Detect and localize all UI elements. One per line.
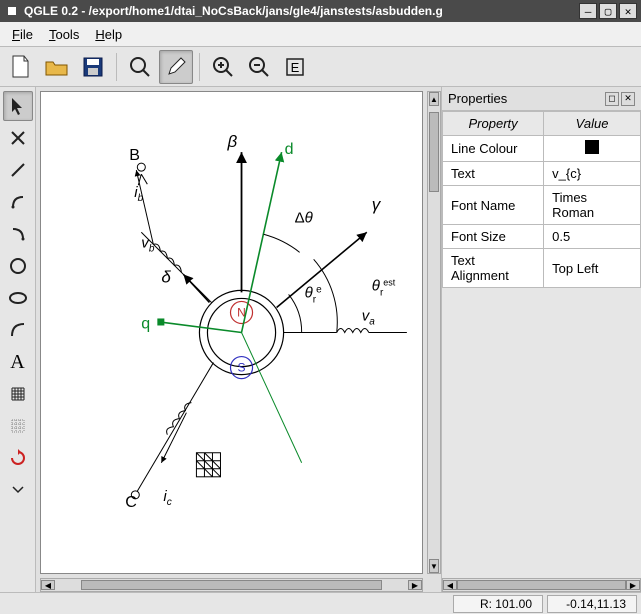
svg-text:ib: ib	[134, 184, 143, 204]
label-gamma: γ	[372, 195, 382, 214]
scroll-left-icon[interactable]: ◀	[41, 580, 55, 590]
pointer-tool[interactable]	[3, 91, 33, 121]
app-icon	[4, 3, 20, 19]
properties-table: Property Value Line Colour Text v_{c} Fo…	[442, 111, 641, 288]
scroll-up-icon[interactable]: ▲	[429, 92, 439, 106]
zoom-tool-button[interactable]	[123, 50, 157, 84]
more-tools[interactable]	[3, 475, 33, 505]
status-xy: -0.14,11.13	[547, 595, 637, 613]
grid-fine-tool[interactable]	[3, 379, 33, 409]
close-button[interactable]: ✕	[619, 3, 637, 19]
svg-text:θrest: θrest	[372, 277, 396, 298]
curve-tool[interactable]	[3, 315, 33, 345]
minimize-button[interactable]: –	[579, 3, 597, 19]
svg-text:ic: ic	[163, 488, 171, 508]
table-row: Font Size 0.5	[443, 225, 641, 249]
side-toolbar: A	[0, 87, 36, 592]
scroll-right-icon[interactable]: ▶	[408, 580, 422, 590]
color-swatch[interactable]	[585, 140, 599, 154]
circle-tool[interactable]	[3, 251, 33, 281]
menubar: File Tools Help	[0, 22, 641, 47]
properties-title: Properties	[448, 91, 603, 106]
vscroll-thumb[interactable]	[429, 112, 439, 192]
properties-float-button[interactable]: ◻	[605, 92, 619, 106]
properties-hscrollbar[interactable]: ◀ ▶	[442, 578, 641, 592]
text-tool[interactable]: A	[3, 347, 33, 377]
arc-left-tool[interactable]	[3, 187, 33, 217]
svg-text:va: va	[362, 307, 376, 327]
open-button[interactable]	[40, 50, 74, 84]
label-delta: δ	[161, 267, 171, 286]
scroll-left-icon[interactable]: ◀	[443, 580, 457, 590]
toolbar: E	[0, 47, 641, 87]
table-row: Text Alignment Top Left	[443, 249, 641, 288]
save-button[interactable]	[76, 50, 110, 84]
svg-text:vb: vb	[141, 234, 155, 254]
statusbar: R: 101.00 -0.14,11.13	[0, 592, 641, 614]
table-row: Font Name Times Roman	[443, 186, 641, 225]
properties-col-value[interactable]: Value	[544, 112, 641, 136]
table-row: Line Colour	[443, 136, 641, 162]
rotate-tool[interactable]	[3, 443, 33, 473]
table-row: Text v_{c}	[443, 162, 641, 186]
properties-col-property[interactable]: Property	[443, 112, 544, 136]
menu-tools[interactable]: Tools	[43, 25, 85, 44]
hscroll-thumb[interactable]	[81, 580, 382, 590]
label-C: C	[125, 493, 137, 511]
props-hscroll-thumb[interactable]	[457, 580, 626, 590]
line-tool[interactable]	[3, 155, 33, 185]
menu-file[interactable]: File	[6, 25, 39, 44]
properties-panel: Properties ◻ ✕ Property Value Line Colou…	[441, 87, 641, 592]
label-d: d	[285, 140, 294, 158]
drawing-canvas[interactable]: N S va β d	[40, 91, 423, 574]
edit-tool-button[interactable]	[159, 50, 193, 84]
properties-close-button[interactable]: ✕	[621, 92, 635, 106]
zoom-out-button[interactable]	[242, 50, 276, 84]
label-B: B	[129, 146, 140, 164]
window-title: QGLE 0.2 - /export/home1/dtai_NoCsBack/j…	[24, 4, 579, 18]
titlebar: QGLE 0.2 - /export/home1/dtai_NoCsBack/j…	[0, 0, 641, 22]
svg-text:E: E	[291, 60, 300, 75]
canvas-vscrollbar[interactable]: ▲ ▼	[427, 91, 441, 574]
zoom-in-button[interactable]	[206, 50, 240, 84]
label-beta: β	[226, 132, 237, 151]
menu-help[interactable]: Help	[89, 25, 128, 44]
scroll-down-icon[interactable]: ▼	[429, 559, 439, 573]
canvas-hscrollbar[interactable]: ◀ ▶	[40, 578, 423, 592]
canvas-area: N S va β d	[36, 87, 441, 592]
maximize-button[interactable]: ▢	[599, 3, 617, 19]
new-button[interactable]	[4, 50, 38, 84]
status-r: R: 101.00	[453, 595, 543, 613]
label-S: S	[238, 361, 246, 375]
arc-right-tool[interactable]	[3, 219, 33, 249]
svg-text:Δθ: Δθ	[295, 209, 314, 226]
export-button[interactable]: E	[278, 50, 312, 84]
ellipse-tool[interactable]	[3, 283, 33, 313]
grid-coarse-tool[interactable]	[3, 411, 33, 441]
svg-text:θre: θre	[305, 284, 323, 305]
cross-tool[interactable]	[3, 123, 33, 153]
label-q: q	[141, 314, 150, 332]
scroll-right-icon[interactable]: ▶	[626, 580, 640, 590]
